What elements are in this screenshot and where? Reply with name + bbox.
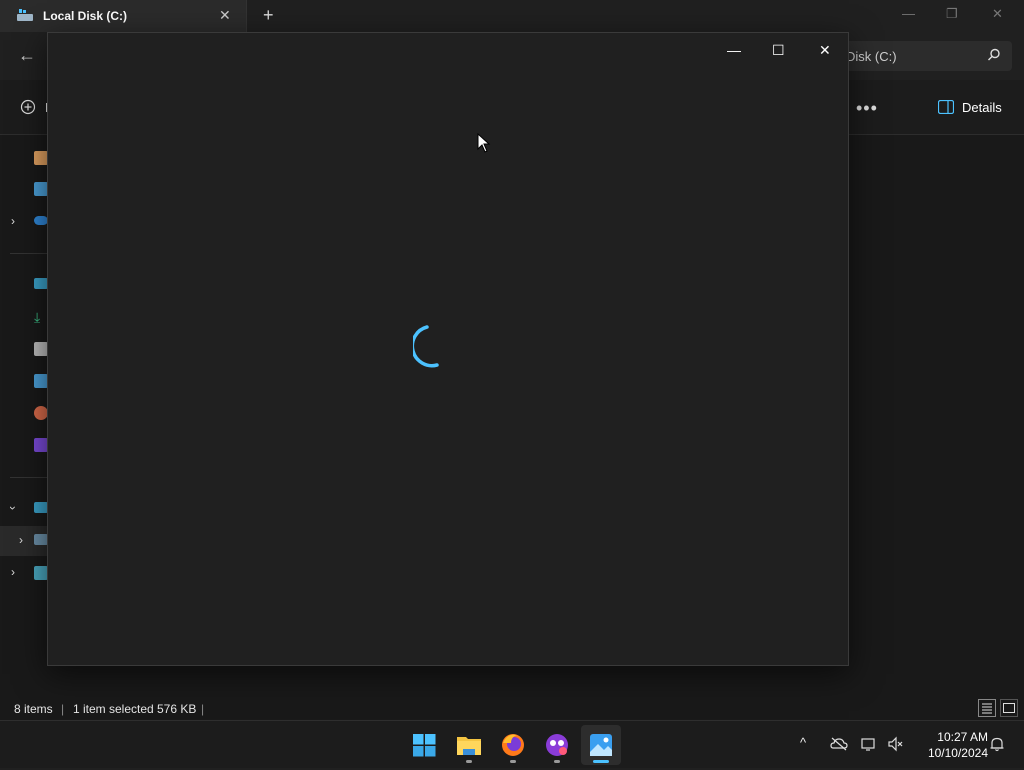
search-text: Disk (C:) [846, 49, 897, 64]
clock-date: 10/10/2024 [927, 746, 988, 760]
new-button[interactable]: N [20, 99, 54, 120]
details-label: Details [962, 100, 1002, 115]
photos-icon [590, 734, 612, 756]
running-indicator [466, 760, 472, 763]
selection-size: 576 KB [157, 702, 197, 716]
network-status-icon[interactable] [861, 736, 877, 752]
this-pc-icon[interactable] [34, 502, 48, 513]
photos-close-button[interactable]: ✕ [819, 42, 831, 59]
taskbar-photos[interactable] [581, 725, 621, 765]
tiles-view-icon [1003, 703, 1015, 713]
photos-maximize-button[interactable]: ☐ [772, 42, 785, 59]
folder-icon [457, 737, 481, 755]
tab-bar: Local Disk (C:) ✕ + — ❐ ✕ [0, 0, 1024, 32]
active-indicator [593, 760, 609, 763]
selection-info: 1 item selected [73, 702, 154, 716]
taskbar-file-explorer[interactable] [449, 725, 489, 765]
clock-time: 10:27 AM [937, 730, 988, 744]
taskbar-purple-app[interactable] [537, 725, 577, 765]
this-pc-collapse-chevron-icon[interactable]: › [6, 506, 20, 510]
onedrive-offline-icon[interactable] [830, 737, 848, 751]
details-pane-icon [937, 99, 955, 115]
home-icon[interactable] [34, 151, 48, 165]
desktop-icon[interactable] [34, 278, 48, 289]
videos-icon[interactable] [34, 438, 48, 452]
purple-app-icon [546, 734, 568, 756]
onedrive-expand-chevron-icon[interactable]: › [11, 214, 15, 228]
network-icon[interactable] [34, 566, 48, 580]
loading-spinner-icon [413, 325, 439, 368]
start-button[interactable] [404, 725, 444, 765]
music-icon[interactable] [34, 406, 48, 420]
gallery-icon[interactable] [34, 182, 48, 196]
firefox-icon [502, 734, 524, 756]
tab-close-icon[interactable]: ✕ [219, 7, 231, 24]
status-separator: | [201, 702, 205, 716]
running-indicator [510, 760, 516, 763]
explorer-minimize-button[interactable]: — [902, 6, 915, 21]
show-hidden-icons-chevron-icon[interactable]: ^ [800, 735, 806, 750]
onedrive-icon[interactable] [34, 216, 48, 225]
pictures-icon[interactable] [34, 374, 48, 388]
status-separator: | [61, 702, 65, 716]
taskbar: ^ 10:27 AM 10/10/2024 [0, 720, 1024, 768]
volume-muted-icon[interactable] [887, 736, 903, 752]
drive-icon [17, 9, 33, 21]
photos-app-window[interactable]: — ☐ ✕ [47, 32, 849, 666]
more-options-button[interactable]: ••• [856, 98, 878, 119]
tab-title: Local Disk (C:) [43, 9, 128, 23]
item-count: 8 items [14, 702, 53, 716]
photos-minimize-button[interactable]: — [727, 42, 741, 58]
mouse-cursor-icon [477, 133, 491, 153]
downloads-icon[interactable]: ⤓ [34, 310, 48, 324]
pane-divider [10, 477, 48, 478]
running-indicator [554, 760, 560, 763]
list-view-icon [982, 703, 992, 714]
system-clock[interactable]: 10:27 AM 10/10/2024 [912, 729, 988, 761]
windows-logo-icon [413, 734, 436, 757]
documents-icon[interactable] [34, 342, 48, 356]
local-disk-icon[interactable] [34, 534, 48, 545]
new-tab-button[interactable]: + [263, 5, 274, 26]
status-bar: 8 items | 1 item selected 576 KB | [0, 696, 1024, 720]
notification-bell-icon[interactable] [989, 736, 1005, 752]
back-arrow-icon[interactable]: ← [18, 45, 36, 66]
pane-divider [10, 253, 48, 254]
details-pane-button[interactable]: Details [937, 99, 1002, 119]
tab-local-disk[interactable]: Local Disk (C:) ✕ [0, 0, 247, 32]
network-expand-chevron-icon[interactable]: › [11, 565, 15, 579]
details-view-button[interactable] [978, 699, 996, 717]
plus-circle-icon [20, 99, 36, 115]
explorer-restore-button[interactable]: ❐ [946, 6, 958, 22]
navigation-pane: › ⤓ › › › [0, 136, 48, 696]
search-icon [988, 48, 1000, 61]
search-input[interactable]: Disk (C:) [832, 41, 1012, 71]
tiles-view-button[interactable] [1000, 699, 1018, 717]
explorer-close-button[interactable]: ✕ [992, 6, 1003, 22]
local-disk-expand-chevron-icon[interactable]: › [19, 533, 23, 547]
taskbar-firefox[interactable] [493, 725, 533, 765]
